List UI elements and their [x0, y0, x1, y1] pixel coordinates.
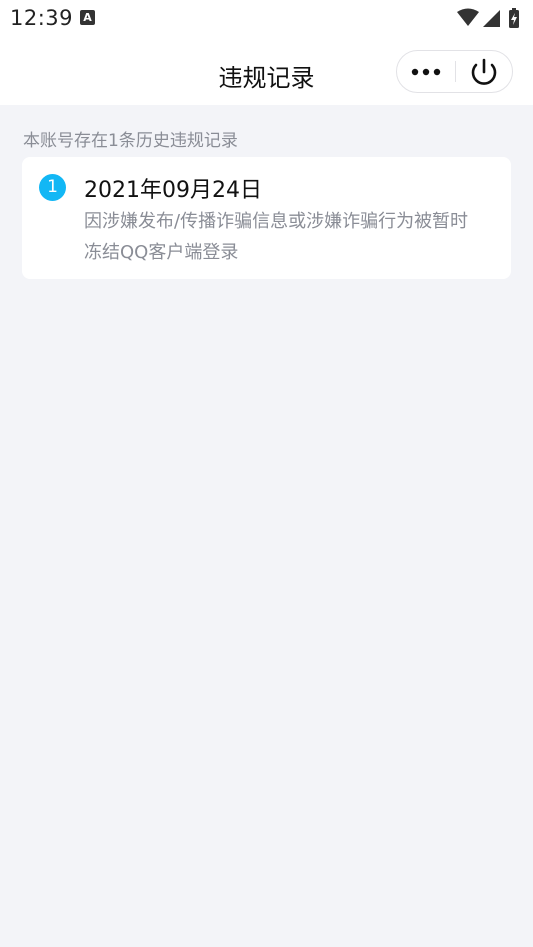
record-date: 2021年09月24日	[84, 178, 262, 203]
close-button[interactable]	[456, 51, 512, 92]
status-bar: 12:39 A	[0, 0, 533, 38]
more-button[interactable]	[397, 51, 455, 92]
wifi-icon	[457, 8, 479, 26]
status-time: 12:39	[10, 6, 74, 30]
signal-icon	[483, 10, 500, 27]
record-count-notice: 本账号存在1条历史违规记录	[23, 131, 238, 151]
record-description: 因涉嫌发布/传播诈骗信息或涉嫌诈骗行为被暂时冻结QQ客户端登录	[84, 211, 469, 263]
mini-program-capsule	[396, 50, 513, 93]
status-icons	[457, 8, 519, 28]
notification-icon: A	[80, 10, 95, 25]
more-dots-icon	[411, 68, 441, 76]
power-icon	[471, 58, 497, 85]
navigation-bar: 违规记录	[0, 38, 533, 105]
violation-record-card: 1 2021年09月24日 因涉嫌发布/传播诈骗信息或涉嫌诈骗行为被暂时冻结QQ…	[22, 157, 511, 279]
battery-charging-icon	[509, 8, 519, 28]
record-index-badge: 1	[39, 174, 66, 201]
